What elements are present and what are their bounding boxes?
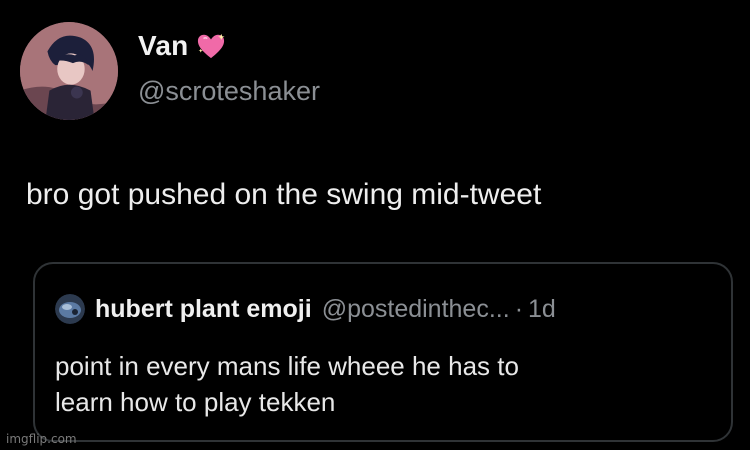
quoted-tweet-card[interactable]: hubert plant emoji @postedinthec... · 1d… [33,262,733,442]
quoted-display-name[interactable]: hubert plant emoji [95,295,312,324]
quoted-user-avatar[interactable] [55,294,85,324]
avatar-illustration [20,22,118,120]
tweet: Van @scroteshaker bro got pushed on the … [0,0,750,450]
tweet-text: bro got pushed on the swing mid-tweet [26,178,542,211]
sparkling-heart-icon [196,32,226,60]
quoted-tweet-header: hubert plant emoji @postedinthec... · 1d [55,294,556,324]
quoted-tweet-text: point in every mans life wheee he has to… [55,348,519,420]
quoted-user-handle[interactable]: @postedinthec... [322,295,510,324]
watermark: imgflip.com [6,432,77,446]
quoted-text-line: learn how to play tekken [55,387,336,417]
quoted-timestamp[interactable]: 1d [528,295,556,324]
display-name-row: Van [138,30,226,62]
quoted-text-line: point in every mans life wheee he has to [55,351,519,381]
user-handle[interactable]: @scroteshaker [138,76,320,107]
user-avatar[interactable] [20,22,118,120]
separator-dot: · [514,294,524,323]
display-name[interactable]: Van [138,30,188,62]
